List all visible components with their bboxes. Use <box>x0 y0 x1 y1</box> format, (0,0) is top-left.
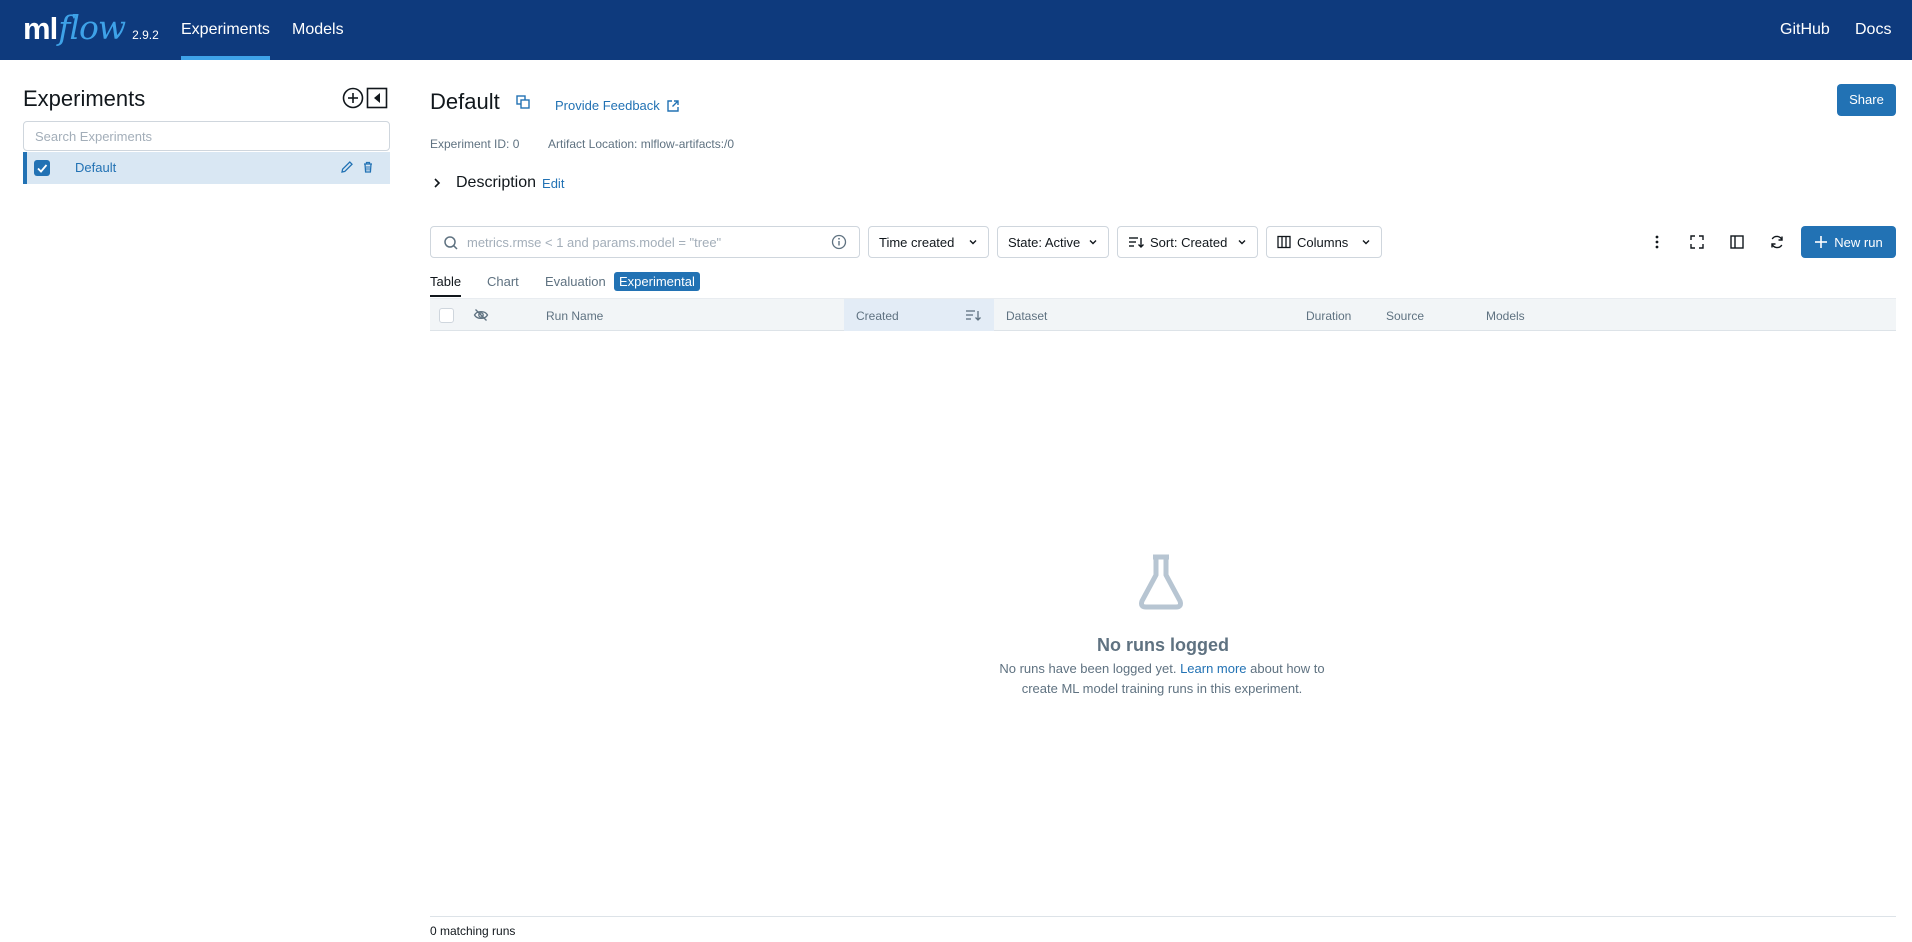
version-label: 2.9.2 <box>132 28 159 42</box>
new-run-button[interactable]: New run <box>1801 226 1896 258</box>
add-experiment-icon[interactable] <box>342 87 364 109</box>
chevron-down-icon <box>969 240 977 245</box>
sidebar-title: Experiments <box>23 86 146 111</box>
nav-experiments[interactable]: Experiments <box>181 0 270 60</box>
provide-feedback-link[interactable]: Provide Feedback <box>555 98 680 113</box>
new-run-label: New run <box>1834 234 1883 250</box>
fullscreen-button[interactable] <box>1685 230 1709 254</box>
empty-state-title: No runs logged <box>1097 635 1229 655</box>
logo-ml-text: ml <box>23 11 58 46</box>
time-created-label: Time created <box>879 234 955 250</box>
sort-dropdown[interactable]: Sort: Created <box>1117 226 1258 258</box>
empty-text-before: No runs have been logged yet. <box>999 661 1177 676</box>
more-options-button[interactable] <box>1645 230 1669 254</box>
experiment-id: Experiment ID: 0 <box>430 137 520 151</box>
edit-pencil-icon[interactable] <box>339 159 355 175</box>
runs-search-box[interactable] <box>430 226 860 258</box>
logo-flow-text: flow <box>58 8 126 47</box>
footer-divider <box>430 916 1896 917</box>
share-button[interactable]: Share <box>1837 84 1896 116</box>
runs-search-input[interactable] <box>467 233 817 251</box>
columns-dropdown[interactable]: Columns <box>1266 226 1382 258</box>
experiment-title: Default <box>430 89 500 114</box>
nav-docs[interactable]: Docs <box>1855 0 1891 60</box>
refresh-icon <box>1771 235 1783 249</box>
select-all-checkbox[interactable] <box>439 308 454 323</box>
runs-table-header: Run Name Created Dataset Duration Source… <box>430 298 1896 331</box>
chevron-right-icon[interactable] <box>432 177 442 189</box>
artifact-location: Artifact Location: mlflow-artifacts:/0 <box>548 137 735 151</box>
checkbox-checked-icon[interactable] <box>34 160 50 176</box>
column-dataset[interactable]: Dataset <box>1006 309 1047 323</box>
chevron-down-icon <box>1089 240 1097 245</box>
column-source[interactable]: Source <box>1386 309 1424 323</box>
description-edit-link[interactable]: Edit <box>542 176 564 191</box>
chevron-down-icon <box>1362 240 1370 245</box>
nav-github[interactable]: GitHub <box>1780 0 1830 60</box>
plus-icon <box>1815 236 1828 248</box>
sidebar-panel-icon <box>1730 235 1744 249</box>
provide-feedback-label: Provide Feedback <box>555 98 660 113</box>
tab-table[interactable]: Table <box>430 274 462 297</box>
column-run-name[interactable]: Run Name <box>546 309 603 323</box>
kebab-menu-icon <box>1655 235 1659 249</box>
experiment-list-item[interactable]: Default <box>23 152 390 184</box>
copy-icon[interactable] <box>515 94 531 110</box>
search-icon <box>444 236 458 250</box>
tab-chart[interactable]: Chart <box>487 274 519 296</box>
toggle-panel-button[interactable] <box>1725 230 1749 254</box>
chevron-down-icon <box>1238 240 1246 245</box>
collapse-sidebar-icon[interactable] <box>366 87 388 109</box>
columns-icon <box>1277 235 1291 249</box>
sort-icon <box>1129 237 1144 248</box>
learn-more-link[interactable]: Learn more <box>1180 661 1246 676</box>
time-created-dropdown[interactable]: Time created <box>868 226 989 258</box>
state-dropdown[interactable]: State: Active <box>997 226 1109 258</box>
refresh-button[interactable] <box>1765 230 1789 254</box>
sort-label: Sort: Created <box>1150 234 1228 250</box>
eye-off-icon[interactable] <box>473 308 489 322</box>
column-duration[interactable]: Duration <box>1306 309 1351 323</box>
experiment-name[interactable]: Default <box>75 160 116 175</box>
info-icon[interactable] <box>831 234 847 250</box>
experiment-search-input[interactable] <box>23 121 390 151</box>
external-link-icon <box>667 99 679 112</box>
tab-evaluation[interactable]: Evaluation <box>545 274 606 296</box>
beaker-icon <box>1139 554 1183 610</box>
mlflow-logo[interactable]: ml flow 2.9.2 <box>23 8 159 52</box>
columns-label: Columns <box>1297 234 1349 250</box>
experimental-badge: Experimental <box>614 272 700 291</box>
description-section[interactable]: Description Edit <box>432 173 564 193</box>
trash-icon[interactable] <box>360 159 376 175</box>
state-label: State: Active <box>1008 234 1081 250</box>
top-navbar: ml flow 2.9.2 Experiments Models GitHub … <box>0 0 1912 60</box>
description-label: Description <box>456 174 537 191</box>
column-created[interactable]: Created <box>856 309 899 323</box>
sort-desc-icon[interactable] <box>965 308 981 322</box>
empty-state-text: No runs have been logged yet. Learn more… <box>990 659 1334 699</box>
fullscreen-icon <box>1690 235 1704 249</box>
matching-runs-count: 0 matching runs <box>430 924 516 938</box>
column-models[interactable]: Models <box>1486 309 1525 323</box>
nav-models[interactable]: Models <box>292 0 344 60</box>
